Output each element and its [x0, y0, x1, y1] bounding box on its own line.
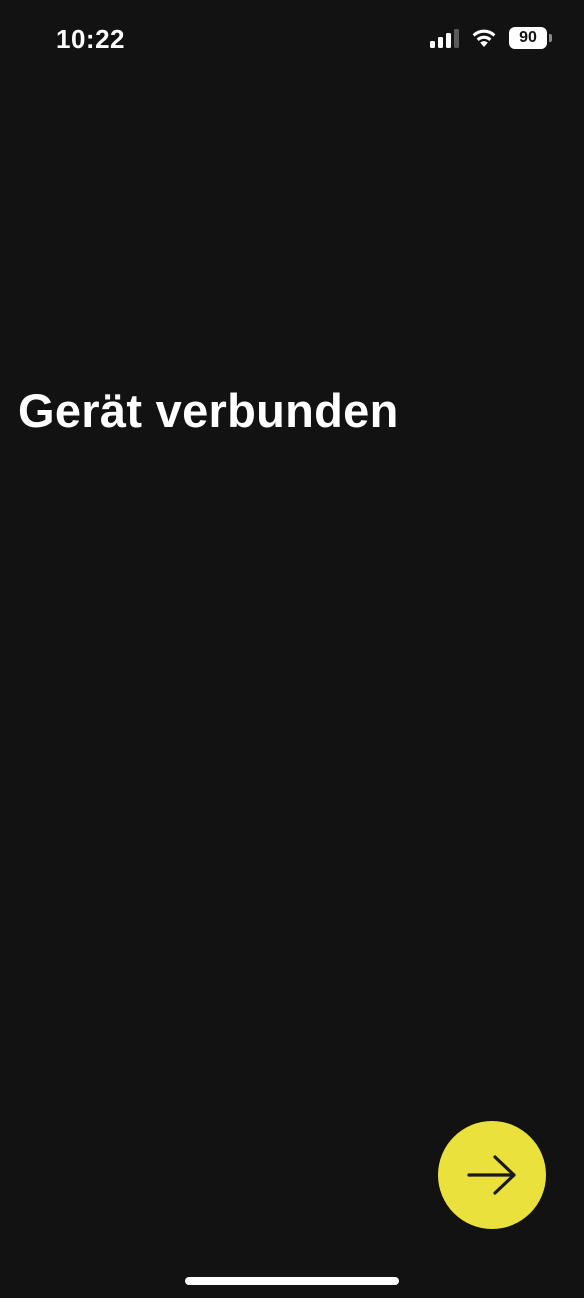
- arrow-right-icon: [465, 1153, 519, 1197]
- wifi-icon: [471, 28, 497, 48]
- screen: 10:22 90 Gerät verbunden: [0, 0, 584, 1298]
- battery-level: 90: [509, 27, 547, 49]
- status-icons: 90: [430, 27, 552, 49]
- home-indicator[interactable]: [185, 1277, 399, 1285]
- battery-cap: [549, 34, 552, 42]
- next-button[interactable]: [438, 1121, 546, 1229]
- battery-icon: 90: [509, 27, 552, 49]
- status-time: 10:22: [56, 24, 125, 54]
- status-bar: 10:22 90: [0, 0, 584, 80]
- signal-icon: [430, 28, 459, 48]
- page-title: Gerät verbunden: [18, 384, 399, 437]
